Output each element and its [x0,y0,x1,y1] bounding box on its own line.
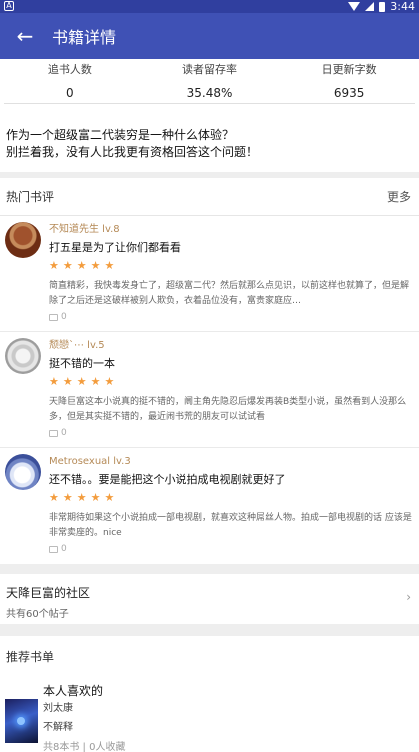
rating-stars: ★ ★ ★ ★ ★ [49,259,413,272]
review-author[interactable]: Metrosexual lv.3 [49,455,413,469]
stat-value: 35.48% [186,86,233,100]
signal-icon [365,2,375,11]
booklist-title: 本人喜欢的 [43,684,104,698]
like-button[interactable]: 0 [49,544,413,554]
review-author[interactable]: 不知道先生 lv.8 [49,223,413,237]
star-icon: ★ [62,259,73,272]
book-stats: 追书人数 0 读者留存率 35.48% 日更新字数 6935 [0,59,419,104]
rating-stars: ★ ★ ★ ★ ★ [49,491,413,504]
booklist-meta: 共8本书 | 0人收藏 [43,742,126,752]
star-icon: ★ [76,259,87,272]
star-icon: ★ [104,375,115,388]
star-icon: ★ [49,259,59,272]
star-icon: ★ [49,491,59,504]
thumbs-up-icon [49,429,58,437]
recommended-booklist-section: 推荐书单 本人喜欢的 刘太康 不解释 共8本书 | 0人收藏 [0,636,419,752]
intro-line: 作为一个超级富二代装穷是一种什么体验？ [6,128,235,142]
booklist-item[interactable]: 本人喜欢的 刘太康 不解释 共8本书 | 0人收藏 [43,682,413,752]
stat-retention: 读者留存率 35.48% [140,59,280,104]
section-header: 推荐书单 [0,636,419,676]
star-icon: ★ [62,375,73,388]
star-icon: ★ [90,375,101,388]
review-text: 简直精彩，我快毒发身亡了，超级富二代？然后就那么点见识，以前这样也就算了，但是解… [49,281,410,306]
community-post-count: 共有60个帖子 [6,609,69,620]
star-icon: ★ [90,491,101,504]
community-name: 天降巨富的社区 [6,586,91,600]
stat-value: 6935 [333,86,365,100]
star-icon: ★ [76,375,87,388]
booklist-author: 刘太康 [43,703,73,714]
star-icon: ★ [104,259,115,272]
avatar[interactable] [5,222,41,258]
star-icon: ★ [104,491,115,504]
section-title: 热门书评 [6,190,55,204]
app-bar: ← 书籍详情 [0,13,419,59]
review-item[interactable]: 颓戀`⋯ lv.5 挺不错的一本 ★ ★ ★ ★ ★ 天降巨富这本小说真的挺不错的，阛主… [0,332,419,448]
battery-icon [379,1,386,12]
stat-label: 读者留存率 [182,63,237,76]
booklist-description: 不解释 [43,722,73,733]
stat-daily-words: 日更新字数 6935 [279,59,419,104]
review-title: 挺不错的一本 [49,357,115,370]
notification-icon: A [4,1,14,11]
back-arrow-icon[interactable]: ← [0,13,50,59]
review-title: 打五星是为了让你们都看看 [49,241,181,254]
review-text: 天降巨富这本小说真的挺不错的，阛主角先隐忍后爆发再装B类型小说，虽然看到人没那么… [49,397,407,422]
review-item[interactable]: 不知道先生 lv.8 打五星是为了让你们都看看 ★ ★ ★ ★ ★ 简直精彩，我快毒发身… [0,216,419,332]
avatar[interactable] [5,338,41,374]
section-header: 热门书评 更多 [0,178,419,216]
booklist-cover-image[interactable] [5,699,38,743]
intro-line: 别拦着我，没有人比我更有资格回答这个问题！ [6,145,259,159]
status-icons: 3:44 [348,0,415,13]
chevron-right-icon: › [406,590,411,604]
status-bar: A 3:44 [0,0,419,13]
like-count: 0 [61,428,67,438]
stat-label: 追书人数 [47,63,92,76]
hot-reviews-section: 热门书评 更多 不知道先生 lv.8 打五星是为了让你们都看看 ★ ★ ★ ★ ★ 简直… [0,178,419,564]
like-button[interactable]: 0 [49,312,413,322]
rating-stars: ★ ★ ★ ★ ★ [49,375,413,388]
review-title: 还不错。。要是能把这个小说拍成电视剧就更好了 [49,473,286,486]
status-time: 3:44 [390,0,415,13]
stat-followers: 追书人数 0 [0,59,140,104]
like-button[interactable]: 0 [49,428,413,438]
thumbs-up-icon [49,545,58,553]
section-title: 推荐书单 [6,649,55,664]
review-item[interactable]: Metrosexual lv.3 还不错。。要是能把这个小说拍成电视剧就更好了 … [0,448,419,564]
book-intro[interactable]: 作为一个超级富二代装穷是一种什么体验？ 别拦着我，没有人比我更有资格回答这个问题… [0,104,419,172]
more-link[interactable]: 更多 [387,188,411,205]
review-text: 非常期待如果这个小说拍成一部电视剧，就喜欢这种屌丝人物。拍成一部电视剧的话 应该… [49,513,412,538]
page-title: 书籍详情 [52,28,117,47]
avatar[interactable] [5,454,41,490]
stat-value: 0 [66,86,74,100]
review-author[interactable]: 颓戀`⋯ lv.5 [49,339,413,353]
thumbs-up-icon [49,313,58,321]
star-icon: ★ [76,491,87,504]
community-row[interactable]: 天降巨富的社区 共有60个帖子 › [0,574,419,624]
star-icon: ★ [90,259,101,272]
like-count: 0 [61,312,67,322]
star-icon: ★ [49,375,59,388]
wifi-icon [348,2,361,11]
like-count: 0 [61,544,67,554]
stat-label: 日更新字数 [321,63,377,76]
star-icon: ★ [62,491,73,504]
